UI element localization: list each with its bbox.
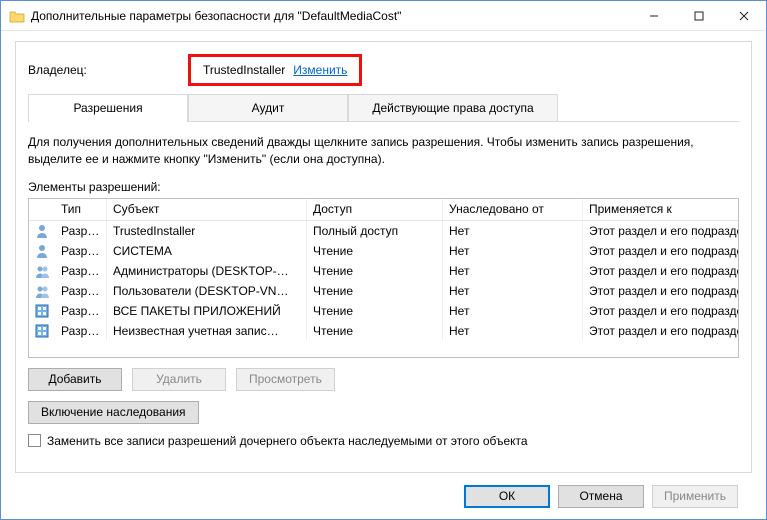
maximize-button[interactable] — [676, 1, 721, 30]
row-inherited: Нет — [443, 321, 583, 341]
row-applies: Этот раздел и его подразделы — [583, 221, 738, 241]
row-subject: TrustedInstaller — [107, 221, 307, 241]
row-icon — [29, 241, 55, 261]
row-inherited: Нет — [443, 301, 583, 321]
window-controls — [631, 1, 766, 30]
list-body: Разр…TrustedInstallerПолный доступНетЭто… — [29, 221, 738, 341]
row-applies: Этот раздел и его подразделы — [583, 241, 738, 261]
row-type: Разр… — [55, 261, 107, 281]
inner-panel: Владелец: TrustedInstaller Изменить Разр… — [15, 41, 752, 473]
list-buttons-row: Добавить Удалить Просмотреть — [28, 368, 739, 391]
minimize-button[interactable] — [631, 1, 676, 30]
row-subject: Администраторы (DESKTOP-… — [107, 261, 307, 281]
close-button[interactable] — [721, 1, 766, 30]
security-dialog: Дополнительные параметры безопасности дл… — [0, 0, 767, 520]
replace-checkbox-label: Заменить все записи разрешений дочернего… — [47, 434, 528, 448]
row-icon — [29, 261, 55, 281]
cancel-button[interactable]: Отмена — [558, 485, 644, 508]
owner-highlight-box: TrustedInstaller Изменить — [188, 54, 362, 86]
row-subject: СИСТЕМА — [107, 241, 307, 261]
row-applies: Этот раздел и его подразделы — [583, 281, 738, 301]
list-header: Тип Субъект Доступ Унаследовано от Приме… — [29, 199, 738, 221]
row-type: Разр… — [55, 281, 107, 301]
row-access: Чтение — [307, 241, 443, 261]
row-inherited: Нет — [443, 281, 583, 301]
row-icon — [29, 281, 55, 301]
permissions-list[interactable]: Тип Субъект Доступ Унаследовано от Приме… — [28, 198, 739, 358]
tab-audit[interactable]: Аудит — [188, 94, 348, 121]
owner-change-link[interactable]: Изменить — [293, 63, 347, 77]
enable-inheritance-button[interactable]: Включение наследования — [28, 401, 199, 424]
apply-button[interactable]: Применить — [652, 485, 738, 508]
add-button[interactable]: Добавить — [28, 368, 122, 391]
owner-label: Владелец: — [28, 63, 188, 77]
row-access: Чтение — [307, 261, 443, 281]
row-type: Разр… — [55, 301, 107, 321]
col-subject[interactable]: Субъект — [107, 199, 307, 220]
table-row[interactable]: Разр…Администраторы (DESKTOP-…ЧтениеНетЭ… — [29, 261, 738, 281]
dialog-footer: ОК Отмена Применить — [15, 473, 752, 519]
ok-button[interactable]: ОК — [464, 485, 550, 508]
row-icon — [29, 301, 55, 321]
row-inherited: Нет — [443, 261, 583, 281]
table-row[interactable]: Разр…Неизвестная учетная запис…ЧтениеНет… — [29, 321, 738, 341]
row-applies: Этот раздел и его подразделы — [583, 321, 738, 341]
row-type: Разр… — [55, 241, 107, 261]
folder-icon — [9, 9, 25, 23]
window-title: Дополнительные параметры безопасности дл… — [31, 9, 631, 23]
col-access[interactable]: Доступ — [307, 199, 443, 220]
table-row[interactable]: Разр…Пользователи (DESKTOP-VN…ЧтениеНетЭ… — [29, 281, 738, 301]
table-row[interactable]: Разр…ВСЕ ПАКЕТЫ ПРИЛОЖЕНИЙЧтениеНетЭтот … — [29, 301, 738, 321]
tab-effective-access[interactable]: Действующие права доступа — [348, 94, 558, 121]
row-subject: ВСЕ ПАКЕТЫ ПРИЛОЖЕНИЙ — [107, 301, 307, 321]
inherit-row: Включение наследования — [28, 401, 739, 424]
row-access: Чтение — [307, 321, 443, 341]
owner-value: TrustedInstaller — [203, 63, 285, 77]
row-subject: Пользователи (DESKTOP-VN… — [107, 281, 307, 301]
col-inherited[interactable]: Унаследовано от — [443, 199, 583, 220]
row-subject: Неизвестная учетная запис… — [107, 321, 307, 341]
owner-row: Владелец: TrustedInstaller Изменить — [28, 52, 739, 88]
row-applies: Этот раздел и его подразделы — [583, 301, 738, 321]
row-access: Чтение — [307, 301, 443, 321]
row-type: Разр… — [55, 321, 107, 341]
table-row[interactable]: Разр…TrustedInstallerПолный доступНетЭто… — [29, 221, 738, 241]
row-icon — [29, 321, 55, 341]
view-button[interactable]: Просмотреть — [236, 368, 335, 391]
elements-label: Элементы разрешений: — [28, 180, 739, 194]
row-inherited: Нет — [443, 221, 583, 241]
remove-button[interactable]: Удалить — [132, 368, 226, 391]
row-inherited: Нет — [443, 241, 583, 261]
row-applies: Этот раздел и его подразделы — [583, 261, 738, 281]
replace-checkbox-row[interactable]: Заменить все записи разрешений дочернего… — [28, 434, 739, 448]
content-area: Владелец: TrustedInstaller Изменить Разр… — [1, 31, 766, 519]
titlebar: Дополнительные параметры безопасности дл… — [1, 1, 766, 31]
replace-checkbox[interactable] — [28, 434, 41, 447]
row-type: Разр… — [55, 221, 107, 241]
row-access: Полный доступ — [307, 221, 443, 241]
col-type[interactable]: Тип — [55, 199, 107, 220]
row-icon — [29, 221, 55, 241]
row-access: Чтение — [307, 281, 443, 301]
instructions-text: Для получения дополнительных сведений дв… — [28, 134, 739, 168]
tab-strip: Разрешения Аудит Действующие права досту… — [28, 94, 739, 122]
tab-permissions[interactable]: Разрешения — [28, 94, 188, 121]
table-row[interactable]: Разр…СИСТЕМАЧтениеНетЭтот раздел и его п… — [29, 241, 738, 261]
col-applies[interactable]: Применяется к — [583, 199, 738, 220]
